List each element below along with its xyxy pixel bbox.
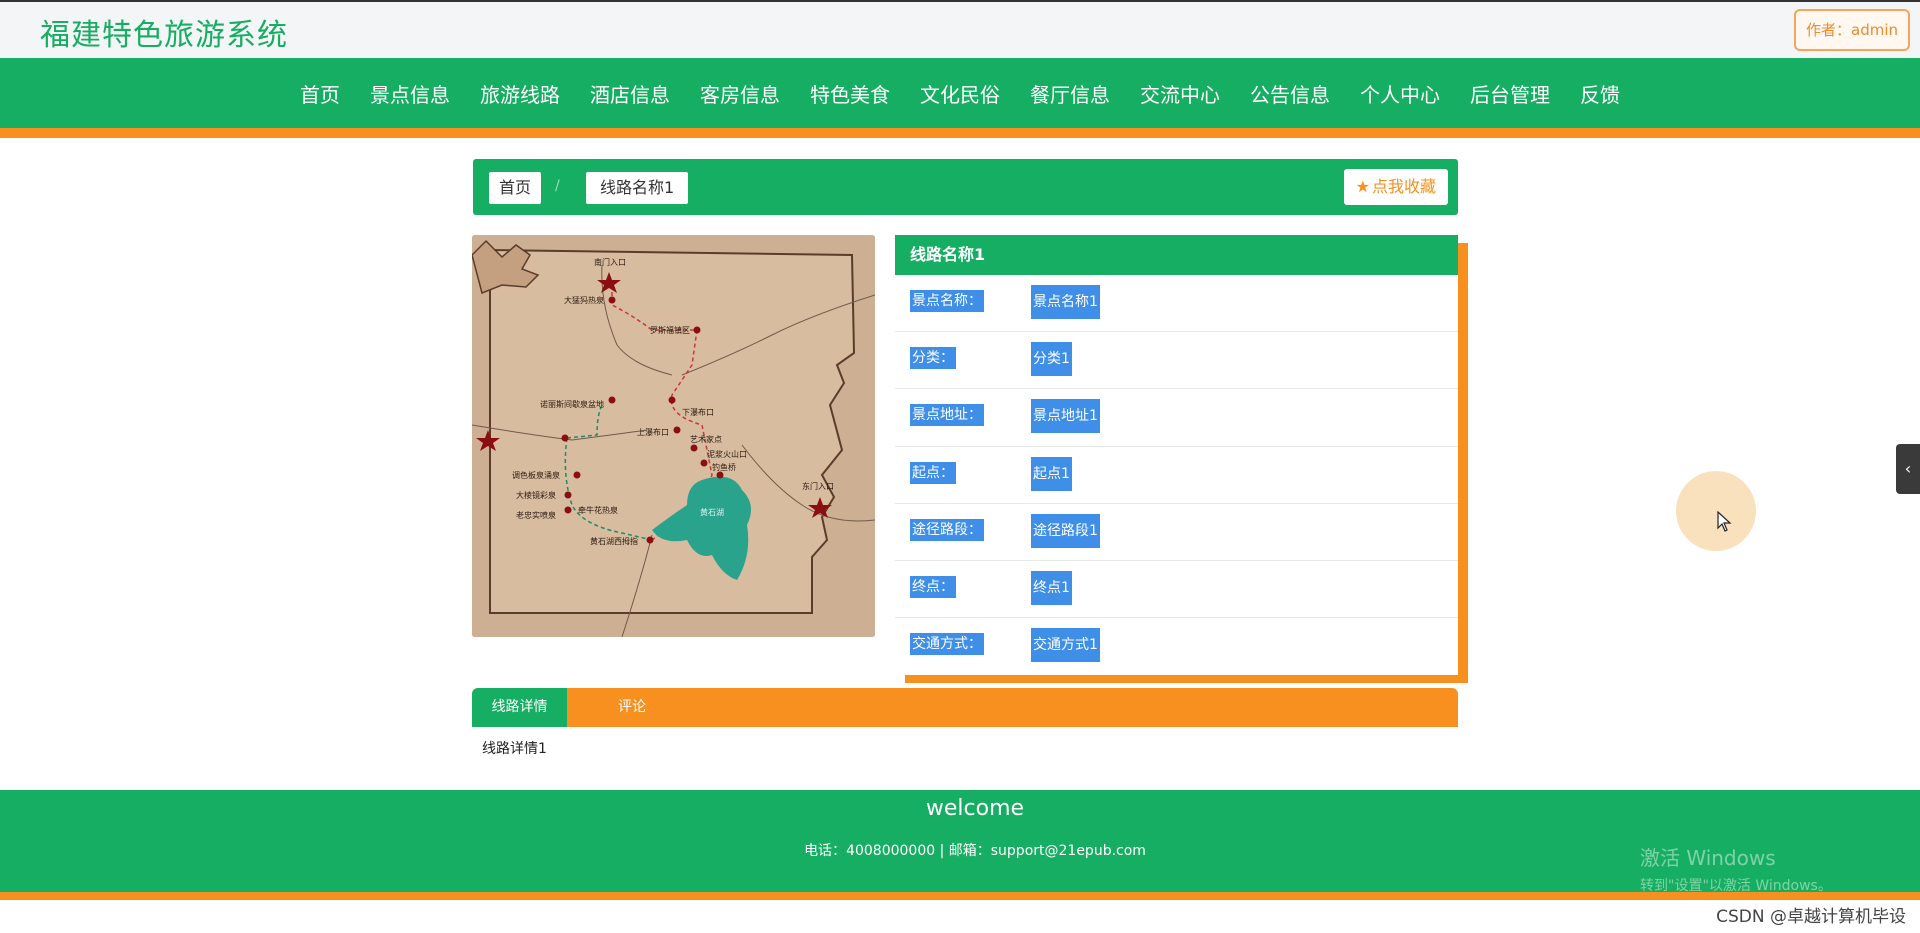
map-label: 下瀑布口 bbox=[682, 407, 714, 417]
mouse-cursor-icon bbox=[1717, 511, 1732, 532]
map-label: 东门入口 bbox=[802, 481, 834, 491]
main-nav: 首页 景点信息 旅游线路 酒店信息 客房信息 特色美食 文化民俗 餐厅信息 交流… bbox=[0, 58, 1920, 138]
windows-activation-subtitle: 转到"设置"以激活 Windows。 bbox=[1640, 878, 1832, 894]
row-label: 起点： bbox=[910, 461, 956, 484]
route-title: 线路名称1 bbox=[895, 235, 1458, 275]
info-row: 分类： 分类1 bbox=[895, 332, 1458, 390]
map-label: 老忠实喷泉 bbox=[516, 510, 556, 520]
side-collapse-tab[interactable]: ‹ bbox=[1896, 444, 1920, 494]
route-info-panel: 线路名称1 景点名称： 景点名称1 分类： 分类1 景点地址： 景点地址1 起点… bbox=[895, 235, 1468, 683]
map-label: 诺丽斯间歇泉盆地 bbox=[540, 399, 604, 409]
star-icon: ★ bbox=[1355, 177, 1370, 196]
nav-item-culture[interactable]: 文化民俗 bbox=[905, 79, 1015, 108]
row-value: 起点1 bbox=[1031, 456, 1072, 491]
nav-item-notices[interactable]: 公告信息 bbox=[1235, 79, 1345, 108]
row-value: 分类1 bbox=[1031, 342, 1072, 377]
info-row: 终点： 终点1 bbox=[895, 561, 1458, 619]
nav-item-attractions[interactable]: 景点信息 bbox=[355, 79, 465, 108]
row-value: 终点1 bbox=[1031, 570, 1072, 605]
map-label: 黄石湖 bbox=[700, 507, 724, 517]
author-button[interactable]: 作者：admin bbox=[1794, 9, 1910, 51]
row-label: 终点： bbox=[910, 575, 956, 598]
route-details-content: 线路详情1 bbox=[482, 741, 547, 757]
nav-item-admin[interactable]: 后台管理 bbox=[1455, 79, 1565, 108]
collect-button[interactable]: ★ 点我收藏 bbox=[1343, 169, 1448, 205]
info-row: 途径路段： 途径路段1 bbox=[895, 504, 1458, 561]
map-label: 钓鱼桥 bbox=[712, 462, 736, 472]
route-map: 南门入口 大猛犸热泉 罗斯福镇区 诺丽斯间歇泉盆地 下瀑布口 上瀑布口 艺术家点… bbox=[472, 235, 875, 637]
info-box: 线路名称1 景点名称： 景点名称1 分类： 分类1 景点地址： 景点地址1 起点… bbox=[895, 235, 1458, 675]
footer: welcome 电话：4008000000 | 邮箱：support@21epu… bbox=[0, 790, 1920, 900]
nav-item-feedback[interactable]: 反馈 bbox=[1565, 79, 1635, 108]
nav-item-restaurants[interactable]: 餐厅信息 bbox=[1015, 79, 1125, 108]
nav-item-rooms[interactable]: 客房信息 bbox=[685, 79, 795, 108]
row-value: 交通方式1 bbox=[1031, 628, 1100, 663]
windows-activation-title: 激活 Windows bbox=[1640, 846, 1776, 870]
info-row: 交通方式： 交通方式1 bbox=[895, 618, 1458, 675]
csdn-watermark: CSDN @卓越计算机毕设 bbox=[1716, 907, 1906, 927]
breadcrumb-home[interactable]: 首页 bbox=[489, 172, 542, 204]
row-label: 景点地址： bbox=[910, 404, 984, 427]
tab-comments[interactable]: 评论 bbox=[602, 688, 662, 727]
row-label: 分类： bbox=[910, 347, 956, 370]
map-label: 南门入口 bbox=[594, 257, 626, 267]
tab-route-details[interactable]: 线路详情 bbox=[472, 688, 567, 727]
breadcrumb-current[interactable]: 线路名称1 bbox=[586, 172, 689, 204]
map-label: 调色板泉涌泉 bbox=[512, 470, 560, 480]
breadcrumb: 首页 / 线路名称1 ★ 点我收藏 bbox=[473, 159, 1458, 215]
map-label: 大猛犸热泉 bbox=[564, 295, 604, 305]
site-title[interactable]: 福建特色旅游系统 bbox=[40, 10, 288, 54]
map-label: 牵牛花热泉 bbox=[578, 505, 618, 515]
nav-item-routes[interactable]: 旅游线路 bbox=[465, 79, 575, 108]
map-label: 艺术家点 bbox=[690, 434, 722, 444]
cursor-highlight bbox=[1676, 471, 1756, 551]
nav-item-hotels[interactable]: 酒店信息 bbox=[575, 79, 685, 108]
map-label: 上瀑布口 bbox=[637, 427, 669, 437]
info-row: 景点名称： 景点名称1 bbox=[895, 275, 1458, 333]
row-value: 途径路段1 bbox=[1031, 513, 1100, 548]
nav-item-profile[interactable]: 个人中心 bbox=[1345, 79, 1455, 108]
collect-label: 点我收藏 bbox=[1371, 177, 1436, 196]
info-row: 起点： 起点1 bbox=[895, 447, 1458, 504]
info-row: 景点地址： 景点地址1 bbox=[895, 389, 1458, 447]
footer-welcome: welcome bbox=[925, 796, 1025, 821]
row-label: 交通方式： bbox=[910, 633, 984, 656]
nav-item-food[interactable]: 特色美食 bbox=[795, 79, 905, 108]
map-label: 大棱镜彩泉 bbox=[516, 490, 556, 500]
row-label: 途径路段： bbox=[910, 518, 984, 541]
detail-tabs: 线路详情 评论 bbox=[472, 688, 1458, 727]
row-value: 景点地址1 bbox=[1031, 399, 1100, 434]
chevron-left-icon: ‹ bbox=[1904, 459, 1912, 478]
row-value: 景点名称1 bbox=[1031, 285, 1100, 319]
footer-contact: 电话：4008000000 | 邮箱：support@21epub.com bbox=[804, 843, 1146, 859]
map-label: 黄石湖西拇指 bbox=[590, 536, 638, 546]
breadcrumb-separator: / bbox=[555, 178, 560, 194]
nav-item-home[interactable]: 首页 bbox=[285, 79, 355, 108]
windows-activation-notice: 激活 Windows 转到"设置"以激活 Windows。 bbox=[1640, 842, 1832, 895]
nav-item-forum[interactable]: 交流中心 bbox=[1125, 79, 1235, 108]
route-map-image: 南门入口 大猛犸热泉 罗斯福镇区 诺丽斯间歇泉盆地 下瀑布口 上瀑布口 艺术家点… bbox=[472, 235, 875, 637]
map-label: 泥浆火山口 bbox=[707, 449, 747, 459]
map-label: 罗斯福镇区 bbox=[650, 325, 690, 335]
top-bar: 福建特色旅游系统 作者：admin bbox=[0, 0, 1920, 58]
row-label: 景点名称： bbox=[910, 290, 984, 312]
